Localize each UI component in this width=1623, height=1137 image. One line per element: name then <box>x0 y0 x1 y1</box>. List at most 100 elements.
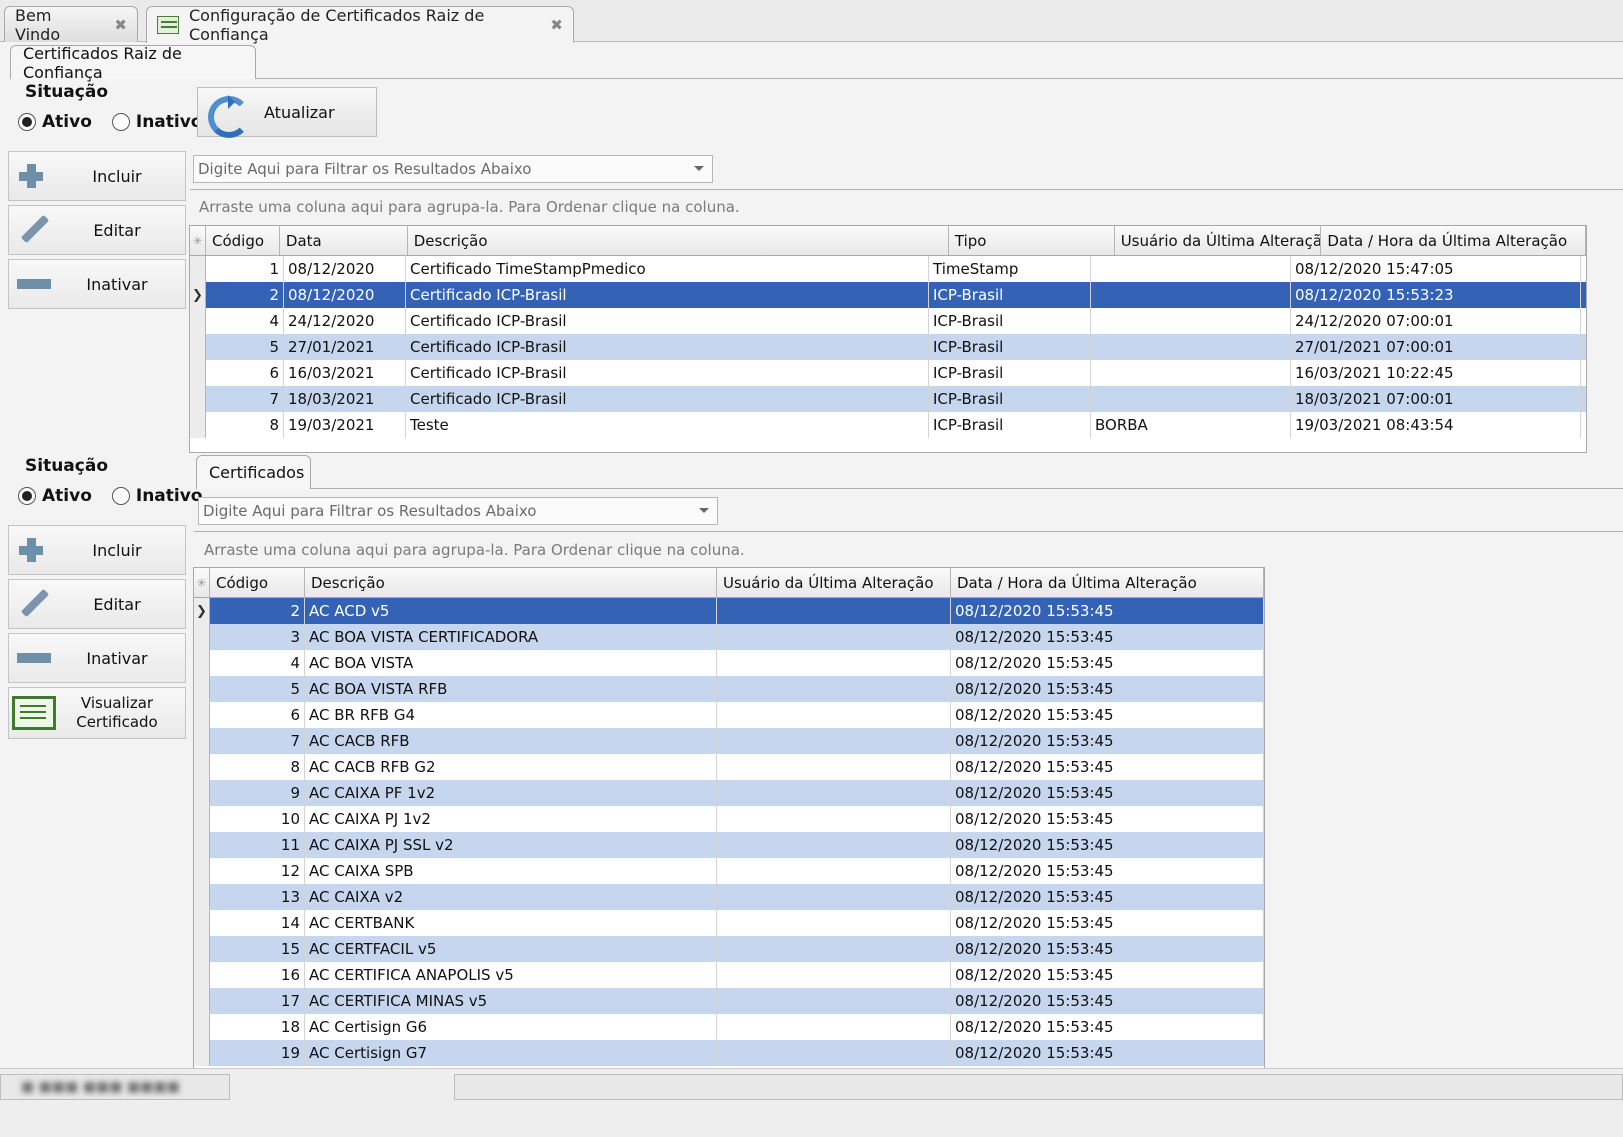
cell-data_hora[interactable]: 08/12/2020 15:53:45 <box>951 910 1264 936</box>
cell-codigo[interactable]: 17 <box>210 988 305 1014</box>
cell-usuario[interactable] <box>1091 282 1291 308</box>
cell-data_hora[interactable]: 08/12/2020 15:53:45 <box>951 624 1264 650</box>
cell-codigo[interactable]: 16 <box>210 962 305 988</box>
row-indicator[interactable] <box>194 910 210 936</box>
cell-descricao[interactable]: AC CAIXA v2 <box>305 884 717 910</box>
cell-codigo[interactable]: 3 <box>210 624 305 650</box>
editar-button[interactable]: Editar <box>8 579 186 629</box>
table-row[interactable]: 8 AC CACB RFB G2 08/12/2020 15:53:45 <box>194 754 1264 780</box>
table-row[interactable]: 18 AC Certisign G6 08/12/2020 15:53:45 <box>194 1014 1264 1040</box>
row-indicator[interactable] <box>190 412 206 438</box>
tab-certificados[interactable]: Certificados <box>196 455 311 489</box>
table-row[interactable]: 3 AC BOA VISTA CERTIFICADORA 08/12/2020 15… <box>194 624 1264 650</box>
table-row[interactable]: 7 AC CACB RFB 08/12/2020 15:53:45 <box>194 728 1264 754</box>
cell-usuario[interactable] <box>717 728 951 754</box>
row-indicator[interactable] <box>194 650 210 676</box>
incluir-button[interactable]: Incluir <box>8 525 186 575</box>
table-row[interactable]: 19 AC Certisign G7 08/12/2020 15:53:45 <box>194 1040 1264 1066</box>
table-row[interactable]: 4 AC BOA VISTA 08/12/2020 15:53:45 <box>194 650 1264 676</box>
table-row[interactable]: 8 19/03/2021 Teste ICP-Brasil BORBA 19/03/202… <box>190 412 1586 438</box>
cell-data_hora[interactable]: 08/12/2020 15:53:45 <box>951 936 1264 962</box>
cell-descricao[interactable]: Certificado ICP-Brasil <box>406 360 929 386</box>
row-indicator[interactable] <box>190 308 206 334</box>
cell-codigo[interactable]: 18 <box>210 1014 305 1040</box>
row-indicator[interactable] <box>194 728 210 754</box>
cell-data_hora[interactable]: 08/12/2020 15:53:45 <box>951 884 1264 910</box>
table-row[interactable]: 14 AC CERTBANK 08/12/2020 15:53:45 <box>194 910 1264 936</box>
cell-data_hora[interactable]: 08/12/2020 15:47:05 <box>1291 256 1581 282</box>
cell-usuario[interactable] <box>717 676 951 702</box>
table-row[interactable]: ❯ 2 08/12/2020 Certificado ICP-Brasil ICP-Br… <box>190 282 1586 308</box>
cell-descricao[interactable]: Certificado ICP-Brasil <box>406 308 929 334</box>
cell-usuario[interactable] <box>717 650 951 676</box>
cell-descricao[interactable]: AC Certisign G6 <box>305 1014 717 1040</box>
cell-usuario[interactable] <box>717 806 951 832</box>
cell-usuario[interactable] <box>1091 308 1291 334</box>
column-tipo[interactable]: Tipo <box>949 226 1115 255</box>
cell-descricao[interactable]: AC CERTBANK <box>305 910 717 936</box>
row-indicator-icon[interactable]: ❯ <box>194 598 210 624</box>
cell-data[interactable]: 27/01/2021 <box>284 334 406 360</box>
cell-usuario[interactable] <box>717 988 951 1014</box>
column-usuario[interactable]: Usuário da Última Alteração <box>717 568 951 597</box>
cell-data_hora[interactable]: 16/03/2021 10:22:45 <box>1291 360 1581 386</box>
cell-descricao[interactable]: AC CAIXA PJ SSL v2 <box>305 832 717 858</box>
cell-data[interactable]: 08/12/2020 <box>284 256 406 282</box>
cell-codigo[interactable]: 7 <box>210 728 305 754</box>
radio-ativo[interactable] <box>18 487 36 505</box>
radio-inativo[interactable] <box>111 487 130 505</box>
table-row[interactable]: 5 AC BOA VISTA RFB 08/12/2020 15:53:45 <box>194 676 1264 702</box>
table-row[interactable]: 11 AC CAIXA PJ SSL v2 08/12/2020 15:53:45 <box>194 832 1264 858</box>
cell-data_hora[interactable]: 08/12/2020 15:53:45 <box>951 1014 1264 1040</box>
row-indicator[interactable] <box>194 1014 210 1040</box>
row-indicator[interactable] <box>194 962 210 988</box>
cell-codigo[interactable]: 5 <box>210 676 305 702</box>
row-indicator-icon[interactable]: ❯ <box>190 282 206 308</box>
row-indicator[interactable] <box>190 256 206 282</box>
cell-codigo[interactable]: 2 <box>210 598 305 624</box>
cell-usuario[interactable] <box>717 598 951 624</box>
cell-usuario[interactable] <box>1091 386 1291 412</box>
cell-descricao[interactable]: AC ACD v5 <box>305 598 717 624</box>
cell-data[interactable]: 08/12/2020 <box>284 282 406 308</box>
cell-tipo[interactable]: ICP-Brasil <box>929 360 1091 386</box>
cell-codigo[interactable]: 19 <box>210 1040 305 1066</box>
cell-descricao[interactable]: AC CACB RFB G2 <box>305 754 717 780</box>
row-indicator[interactable] <box>194 832 210 858</box>
cell-tipo[interactable]: ICP-Brasil <box>929 308 1091 334</box>
close-icon[interactable]: ✖ <box>550 16 563 34</box>
cell-descricao[interactable]: Certificado TimeStampPmedico <box>406 256 929 282</box>
cell-usuario[interactable] <box>1091 334 1291 360</box>
table-row[interactable]: 16 AC CERTIFICA ANAPOLIS v5 08/12/2020 15:… <box>194 962 1264 988</box>
cell-descricao[interactable]: Certificado ICP-Brasil <box>406 282 929 308</box>
cell-data_hora[interactable]: 08/12/2020 15:53:45 <box>951 650 1264 676</box>
close-icon[interactable]: ✖ <box>114 16 127 34</box>
cell-usuario[interactable] <box>717 624 951 650</box>
column-data[interactable]: Data <box>280 226 408 255</box>
tab-certificados-raiz[interactable]: Certificados Raiz de Confiança <box>10 44 256 82</box>
column-codigo[interactable]: Código <box>206 226 280 255</box>
cell-usuario[interactable] <box>717 910 951 936</box>
cell-descricao[interactable]: AC CERTFACIL v5 <box>305 936 717 962</box>
cell-descricao[interactable]: AC BOA VISTA <box>305 650 717 676</box>
cell-tipo[interactable]: ICP-Brasil <box>929 386 1091 412</box>
visualizar-certificado-button[interactable]: Visualizar Certificado <box>8 687 186 739</box>
cell-codigo[interactable]: 15 <box>210 936 305 962</box>
cell-codigo[interactable]: 14 <box>210 910 305 936</box>
row-indicator[interactable] <box>194 884 210 910</box>
cell-codigo[interactable]: 7 <box>206 386 284 412</box>
cell-tipo[interactable]: ICP-Brasil <box>929 412 1091 438</box>
cell-data[interactable]: 24/12/2020 <box>284 308 406 334</box>
cell-codigo[interactable]: 6 <box>206 360 284 386</box>
filter-input[interactable]: Digite Aqui para Filtrar os Resultados A… <box>198 497 718 525</box>
cell-data_hora[interactable]: 08/12/2020 15:53:45 <box>951 780 1264 806</box>
cell-usuario[interactable] <box>717 780 951 806</box>
column-data-hora[interactable]: Data / Hora da Última Alteração <box>951 568 1264 597</box>
column-usuario[interactable]: Usuário da Última Alteraçã <box>1115 226 1322 255</box>
tab-configuracao-certificados[interactable]: Configuração de Certificados Raiz de Con… <box>146 6 574 44</box>
cell-data_hora[interactable]: 19/03/2021 08:43:54 <box>1291 412 1581 438</box>
cell-data_hora[interactable]: 08/12/2020 15:53:45 <box>951 728 1264 754</box>
cell-usuario[interactable] <box>1091 256 1291 282</box>
cell-usuario[interactable] <box>717 832 951 858</box>
column-data-hora[interactable]: Data / Hora da Última Alteração <box>1321 226 1586 255</box>
